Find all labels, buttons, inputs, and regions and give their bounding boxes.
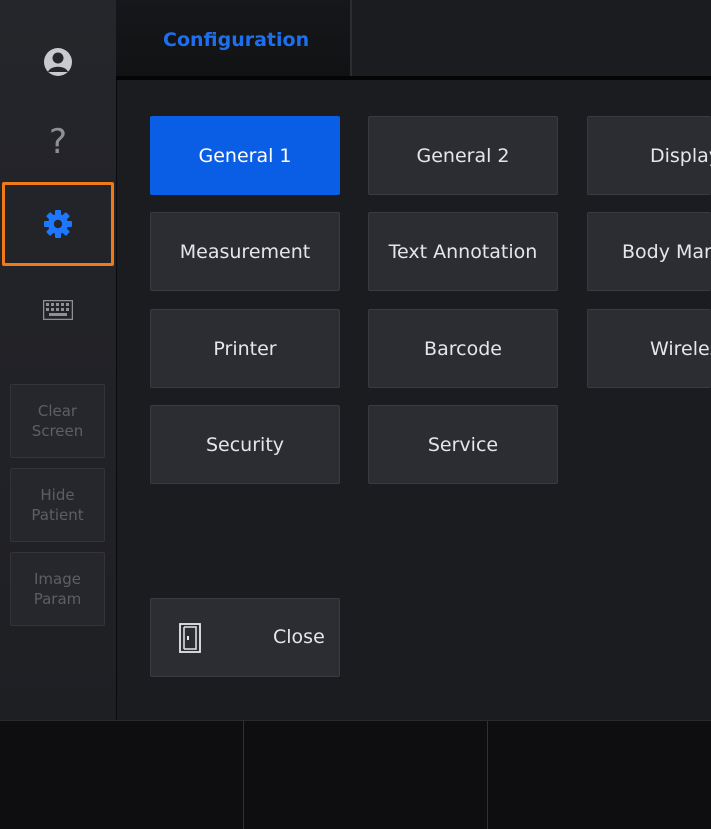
general-2-label: General 2 bbox=[416, 144, 510, 167]
body-marker-button[interactable]: Body Marker bbox=[587, 212, 711, 291]
close-label: Close bbox=[273, 626, 325, 648]
clear-screen-button[interactable]: Clear Screen bbox=[10, 384, 105, 458]
barcode-button[interactable]: Barcode bbox=[368, 309, 558, 388]
bottom-divider bbox=[243, 721, 244, 829]
measurement-label: Measurement bbox=[179, 240, 311, 263]
wireless-label: Wireless bbox=[650, 337, 711, 360]
bottom-bar bbox=[0, 720, 711, 829]
configuration-button[interactable] bbox=[2, 182, 114, 266]
service-button[interactable]: Service bbox=[368, 405, 558, 484]
door-exit-icon bbox=[179, 623, 201, 653]
wireless-button[interactable]: Wireless bbox=[587, 309, 711, 388]
keyboard-button[interactable] bbox=[2, 268, 114, 352]
display-label: Display bbox=[650, 144, 711, 167]
barcode-label: Barcode bbox=[424, 337, 502, 360]
tab-configuration-label: Configuration bbox=[163, 29, 310, 51]
body-marker-label: Body Marker bbox=[622, 240, 711, 263]
general-1-label: General 1 bbox=[198, 144, 292, 167]
service-label: Service bbox=[427, 433, 499, 456]
text-annotation-button[interactable]: Text Annotation bbox=[368, 212, 558, 291]
close-button[interactable]: Close bbox=[150, 598, 340, 677]
security-label: Security bbox=[205, 433, 285, 456]
general-2-button[interactable]: General 2 bbox=[368, 116, 558, 195]
measurement-button[interactable]: Measurement bbox=[150, 212, 340, 291]
general-1-button[interactable]: General 1 bbox=[150, 116, 340, 195]
security-button[interactable]: Security bbox=[150, 405, 340, 484]
help-icon: ? bbox=[48, 122, 68, 162]
header-bar: Configuration bbox=[116, 0, 711, 80]
display-button[interactable]: Display bbox=[587, 116, 711, 195]
text-annotation-label: Text Annotation bbox=[388, 240, 538, 263]
user-profile-button[interactable] bbox=[2, 20, 114, 104]
gear-icon bbox=[44, 210, 72, 238]
help-button[interactable]: ? bbox=[2, 100, 114, 184]
printer-label: Printer bbox=[213, 337, 277, 360]
bottom-divider bbox=[487, 721, 488, 829]
printer-button[interactable]: Printer bbox=[150, 309, 340, 388]
left-sidebar: ? Clear Screen Hide Patient Image Param bbox=[0, 0, 117, 720]
hide-patient-button[interactable]: Hide Patient bbox=[10, 468, 105, 542]
keyboard-icon bbox=[43, 300, 73, 320]
user-icon bbox=[44, 48, 72, 76]
tab-configuration[interactable]: Configuration bbox=[116, 0, 352, 76]
image-param-button[interactable]: Image Param bbox=[10, 552, 105, 626]
